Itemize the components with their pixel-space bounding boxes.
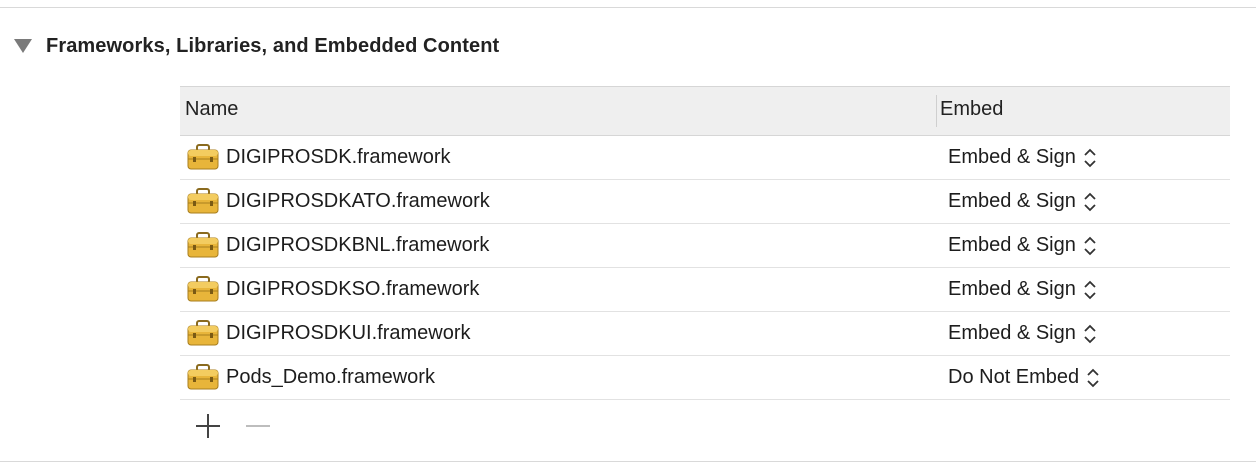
table-row[interactable]: Pods_Demo.framework Do Not Embed — [180, 356, 1230, 400]
framework-toolbox-icon — [187, 276, 219, 302]
remove-framework-button[interactable] — [240, 408, 276, 444]
embed-value: Embed & Sign — [948, 146, 1076, 168]
up-down-chevron-icon — [1083, 323, 1097, 345]
framework-name: DIGIPROSDKUI.framework — [226, 322, 471, 344]
table-row[interactable]: DIGIPROSDKATO.framework Embed & Sign — [180, 180, 1230, 224]
column-header-name[interactable]: Name — [185, 98, 238, 121]
embed-value: Do Not Embed — [948, 366, 1080, 388]
framework-name: DIGIPROSDKBNL.framework — [226, 234, 490, 256]
section-title: Frameworks, Libraries, and Embedded Cont… — [46, 34, 500, 57]
embed-popup-button[interactable]: Do Not Embed — [948, 366, 1100, 389]
embed-value: Embed & Sign — [948, 190, 1076, 212]
embed-value: Embed & Sign — [948, 278, 1076, 300]
embed-popup-button[interactable]: Embed & Sign — [948, 146, 1097, 169]
framework-name: DIGIPROSDK.framework — [226, 146, 451, 168]
add-framework-button[interactable] — [190, 408, 226, 444]
framework-toolbox-icon — [187, 144, 219, 170]
framework-toolbox-icon — [187, 364, 219, 390]
bottom-divider — [0, 461, 1256, 462]
embed-popup-button[interactable]: Embed & Sign — [948, 278, 1097, 301]
framework-name: DIGIPROSDKSO.framework — [226, 278, 480, 300]
up-down-chevron-icon — [1083, 191, 1097, 213]
table-row[interactable]: DIGIPROSDKSO.framework Embed & Sign — [180, 268, 1230, 312]
embed-value: Embed & Sign — [948, 234, 1076, 256]
disclosure-triangle-down-icon[interactable] — [14, 39, 32, 53]
up-down-chevron-icon — [1083, 279, 1097, 301]
table-row[interactable]: DIGIPROSDKBNL.framework Embed & Sign — [180, 224, 1230, 268]
frameworks-table: Name Embed DIGIPROSDK.framework Embed & … — [180, 86, 1230, 400]
up-down-chevron-icon — [1086, 367, 1100, 389]
up-down-chevron-icon — [1083, 235, 1097, 257]
table-header: Name Embed — [180, 86, 1230, 136]
embed-popup-button[interactable]: Embed & Sign — [948, 322, 1097, 345]
framework-toolbox-icon — [187, 320, 219, 346]
plus-icon — [196, 414, 220, 438]
framework-name: Pods_Demo.framework — [226, 366, 435, 388]
minus-icon — [246, 425, 270, 427]
column-divider[interactable] — [936, 95, 937, 127]
table-row[interactable]: DIGIPROSDK.framework Embed & Sign — [180, 136, 1230, 180]
framework-name: DIGIPROSDKATO.framework — [226, 190, 490, 212]
frameworks-section: Frameworks, Libraries, and Embedded Cont… — [0, 0, 1256, 466]
table-row[interactable]: DIGIPROSDKUI.framework Embed & Sign — [180, 312, 1230, 356]
top-divider — [0, 7, 1256, 8]
framework-toolbox-icon — [187, 232, 219, 258]
table-footer — [180, 408, 380, 444]
framework-toolbox-icon — [187, 188, 219, 214]
embed-popup-button[interactable]: Embed & Sign — [948, 234, 1097, 257]
embed-value: Embed & Sign — [948, 322, 1076, 344]
section-header[interactable]: Frameworks, Libraries, and Embedded Cont… — [14, 32, 499, 60]
up-down-chevron-icon — [1083, 147, 1097, 169]
embed-popup-button[interactable]: Embed & Sign — [948, 190, 1097, 213]
column-header-embed[interactable]: Embed — [940, 98, 1003, 121]
